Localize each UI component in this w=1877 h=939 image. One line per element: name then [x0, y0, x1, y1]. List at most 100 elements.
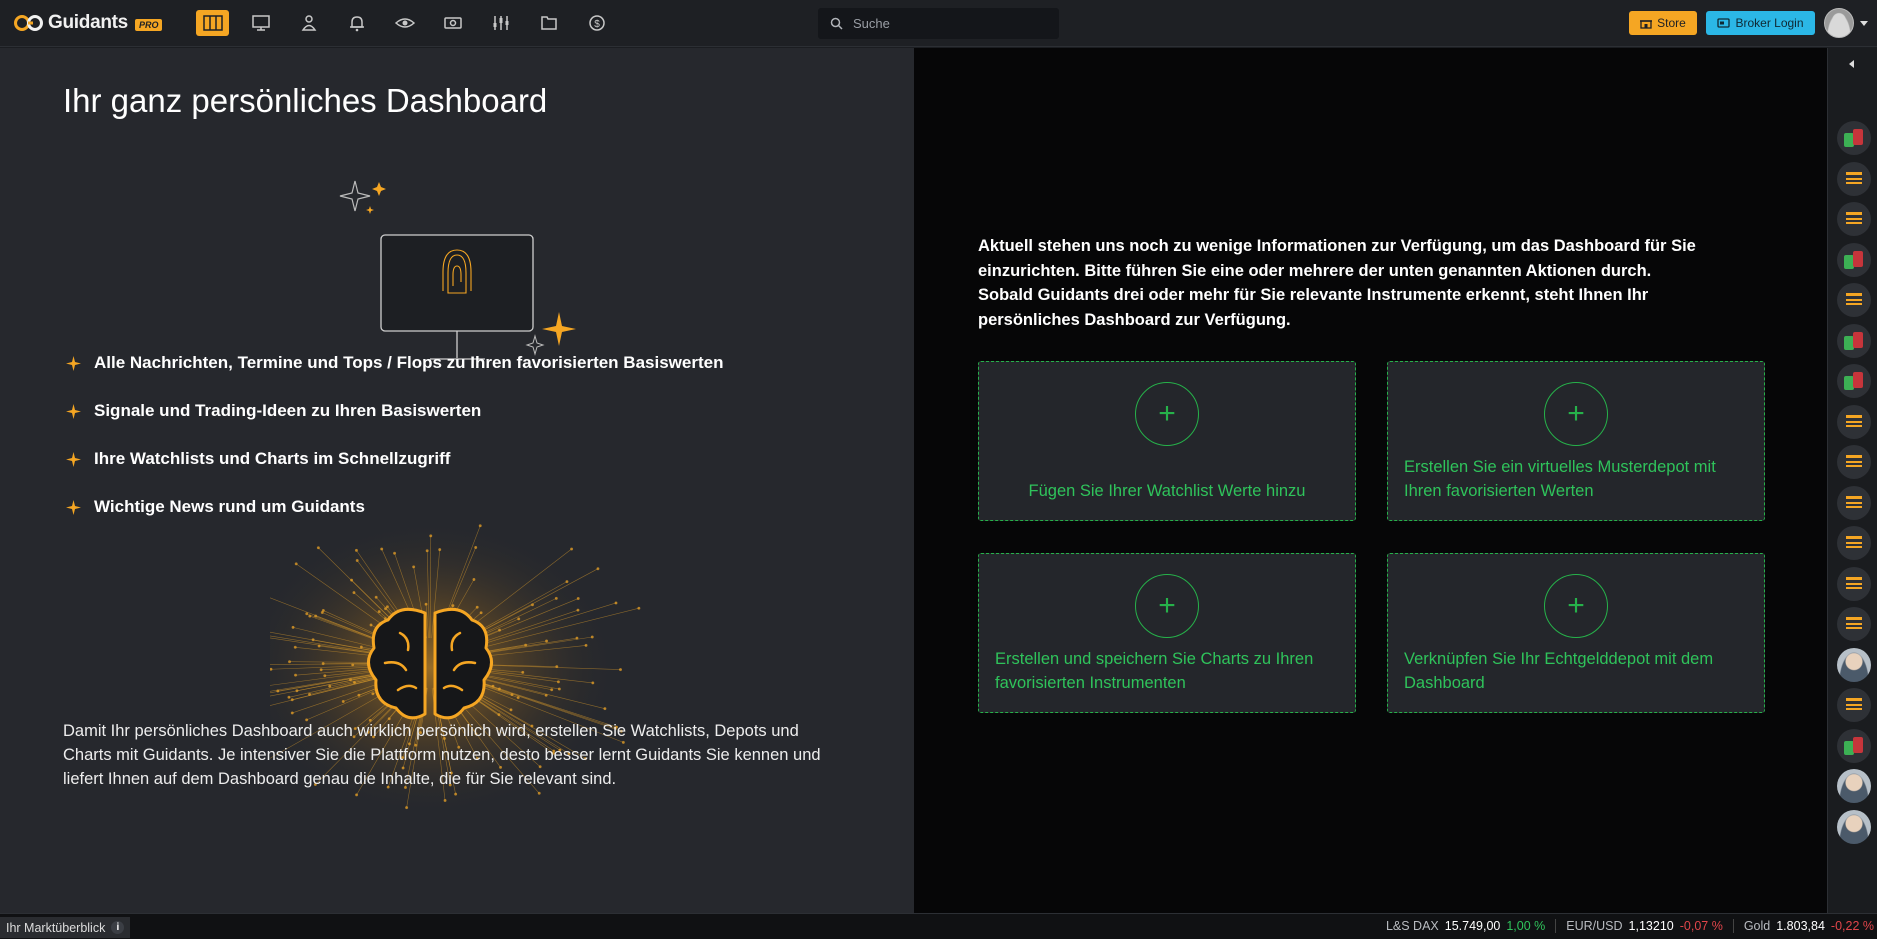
news-icon — [1846, 212, 1862, 226]
quote-item[interactable]: EUR/USD 1,13210 -0,07 % — [1566, 919, 1723, 933]
rail-widget-news[interactable] — [1837, 404, 1871, 439]
quote-name: L&S DAX — [1385, 919, 1439, 933]
dashboard-info-panel: Ihr ganz persönliches Dashboard Alle Nac… — [0, 48, 914, 913]
sparkle-icon — [66, 451, 81, 467]
rail-widget-news[interactable] — [1837, 607, 1871, 641]
quote-item[interactable]: Gold 1.803,84 -0,22 % — [1744, 919, 1874, 933]
quote-divider — [1732, 919, 1734, 933]
pro-badge: PRO — [134, 19, 163, 31]
nav-trading[interactable]: $ — [580, 10, 613, 36]
quote-item[interactable]: L&S DAX 15.749,00 1,00 % — [1386, 919, 1545, 933]
news-icon — [1846, 617, 1862, 631]
feature-text: Signale und Trading-Ideen zu Ihren Basis… — [94, 401, 482, 420]
plus-icon: + — [1544, 382, 1608, 446]
sparkle-icon — [66, 355, 81, 371]
news-icon — [1846, 576, 1862, 591]
info-icon[interactable]: i — [111, 921, 125, 934]
rail-widget-depot[interactable] — [1837, 364, 1871, 398]
create-model-depot-card[interactable]: + Erstellen Sie ein virtuelles Musterdep… — [1387, 361, 1765, 521]
plus-icon: + — [1135, 382, 1199, 446]
market-overview-button[interactable]: Ihr Marktüberblick i — [0, 917, 131, 938]
store-button[interactable]: Store — [1629, 11, 1697, 35]
feature-item: Signale und Trading-Ideen zu Ihren Basis… — [66, 401, 481, 421]
quote-divider — [1555, 919, 1557, 933]
rail-widget-news[interactable] — [1837, 485, 1871, 520]
broker-login-button[interactable]: Broker Login — [1706, 11, 1815, 35]
folder-icon — [540, 16, 557, 30]
rail-widget-person[interactable] — [1837, 647, 1871, 682]
intro-text: Aktuell stehen uns noch zu wenige Inform… — [978, 237, 1696, 329]
nav-community[interactable] — [292, 10, 325, 36]
rail-widget-news[interactable] — [1837, 283, 1871, 317]
monitor-illustration — [339, 180, 576, 360]
search-box[interactable] — [818, 8, 1059, 39]
nav-depot[interactable] — [436, 10, 469, 36]
store-icon — [1640, 19, 1653, 29]
collapse-arrow-icon[interactable] — [1849, 60, 1854, 68]
rail-widget-depot[interactable] — [1837, 121, 1871, 155]
rail-widget-news[interactable] — [1837, 445, 1871, 479]
broker-icon — [1717, 18, 1731, 28]
plus-icon: + — [1135, 574, 1199, 638]
add-watchlist-card[interactable]: + Fügen Sie Ihrer Watchlist Werte hinzu — [978, 361, 1356, 521]
quote-value: 15.749,00 — [1444, 919, 1501, 933]
rail-widget-person[interactable] — [1837, 769, 1871, 803]
news-icon — [1846, 455, 1862, 469]
card-label: Erstellen und speichern Sie Charts zu Ih… — [995, 650, 1314, 692]
news-icon — [1846, 414, 1862, 429]
user-menu-caret-icon[interactable] — [1860, 21, 1868, 26]
sparkle-icon — [66, 403, 81, 419]
feature-text: Ihre Watchlists und Charts im Schnellzug… — [94, 449, 451, 468]
rail-widget-news[interactable] — [1837, 526, 1871, 560]
rail-widget-depot[interactable] — [1837, 323, 1871, 358]
rail-widget-depot[interactable] — [1837, 728, 1871, 763]
dashboard-actions-panel: Aktuell stehen uns noch zu wenige Inform… — [914, 48, 1827, 913]
nav-chart-tools[interactable] — [484, 10, 517, 36]
nav-notifications[interactable] — [340, 10, 373, 36]
rail-widget-news[interactable] — [1837, 566, 1871, 601]
quote-name: EUR/USD — [1566, 919, 1623, 933]
rail-widget-depot[interactable] — [1837, 242, 1871, 277]
nav-files[interactable] — [532, 10, 565, 36]
nav-watchlist[interactable] — [388, 10, 421, 36]
store-label: Store — [1657, 16, 1686, 30]
quote-change: -0,07 % — [1679, 919, 1723, 933]
quotes-list: L&S DAX 15.749,00 1,00 % EUR/USD 1,13210… — [1386, 919, 1874, 933]
nav-dashboard[interactable] — [196, 10, 229, 36]
nav-desktop[interactable] — [244, 10, 277, 36]
dashboard-icon — [202, 15, 223, 31]
bell-icon — [349, 16, 364, 32]
svg-text:$: $ — [594, 19, 600, 30]
rail-widget-news[interactable] — [1837, 688, 1871, 722]
news-icon — [1846, 536, 1862, 550]
market-overview-label: Ihr Marktüberblick — [6, 920, 106, 935]
feature-item: Alle Nachrichten, Termine und Tops / Flo… — [66, 353, 723, 373]
top-bar: Guidants PRO $ Suche Store Broker Login — [0, 0, 1877, 47]
card-label: Fügen Sie Ihrer Watchlist Werte hinzu — [1028, 482, 1306, 500]
search-icon — [830, 17, 843, 30]
quote-value: 1.803,84 — [1776, 919, 1825, 933]
card-label: Verknüpfen Sie Ihr Echtgelddepot mit dem… — [1404, 650, 1714, 692]
create-charts-card[interactable]: + Erstellen und speichern Sie Charts zu … — [978, 553, 1356, 713]
rail-widget-news[interactable] — [1837, 161, 1871, 196]
news-icon — [1846, 293, 1862, 307]
search-input[interactable] — [853, 16, 1043, 31]
desktop-icon — [251, 15, 270, 31]
rail-widget-news[interactable] — [1837, 202, 1871, 236]
eye-icon — [394, 18, 415, 28]
guidants-logo[interactable]: Guidants PRO — [14, 12, 163, 33]
quote-change: 1,00 % — [1506, 919, 1546, 933]
page-title: Ihr ganz persönliches Dashboard — [63, 82, 548, 119]
feature-item: Ihre Watchlists und Charts im Schnellzug… — [66, 449, 450, 469]
community-icon — [301, 15, 316, 31]
dashboard-description: Damit Ihr persönliches Dashboard auch wi… — [63, 722, 821, 788]
link-real-depot-card[interactable]: + Verknüpfen Sie Ihr Echtgelddepot mit d… — [1387, 553, 1765, 713]
rail-widget-person[interactable] — [1837, 809, 1871, 844]
news-icon — [1846, 171, 1862, 186]
depot-icon — [443, 17, 462, 29]
dollar-icon: $ — [588, 15, 605, 31]
sparkle-icon — [66, 499, 81, 515]
feature-text: Alle Nachrichten, Termine und Tops / Flo… — [94, 353, 724, 372]
user-avatar[interactable] — [1824, 8, 1854, 38]
right-sidebar — [1827, 48, 1877, 913]
